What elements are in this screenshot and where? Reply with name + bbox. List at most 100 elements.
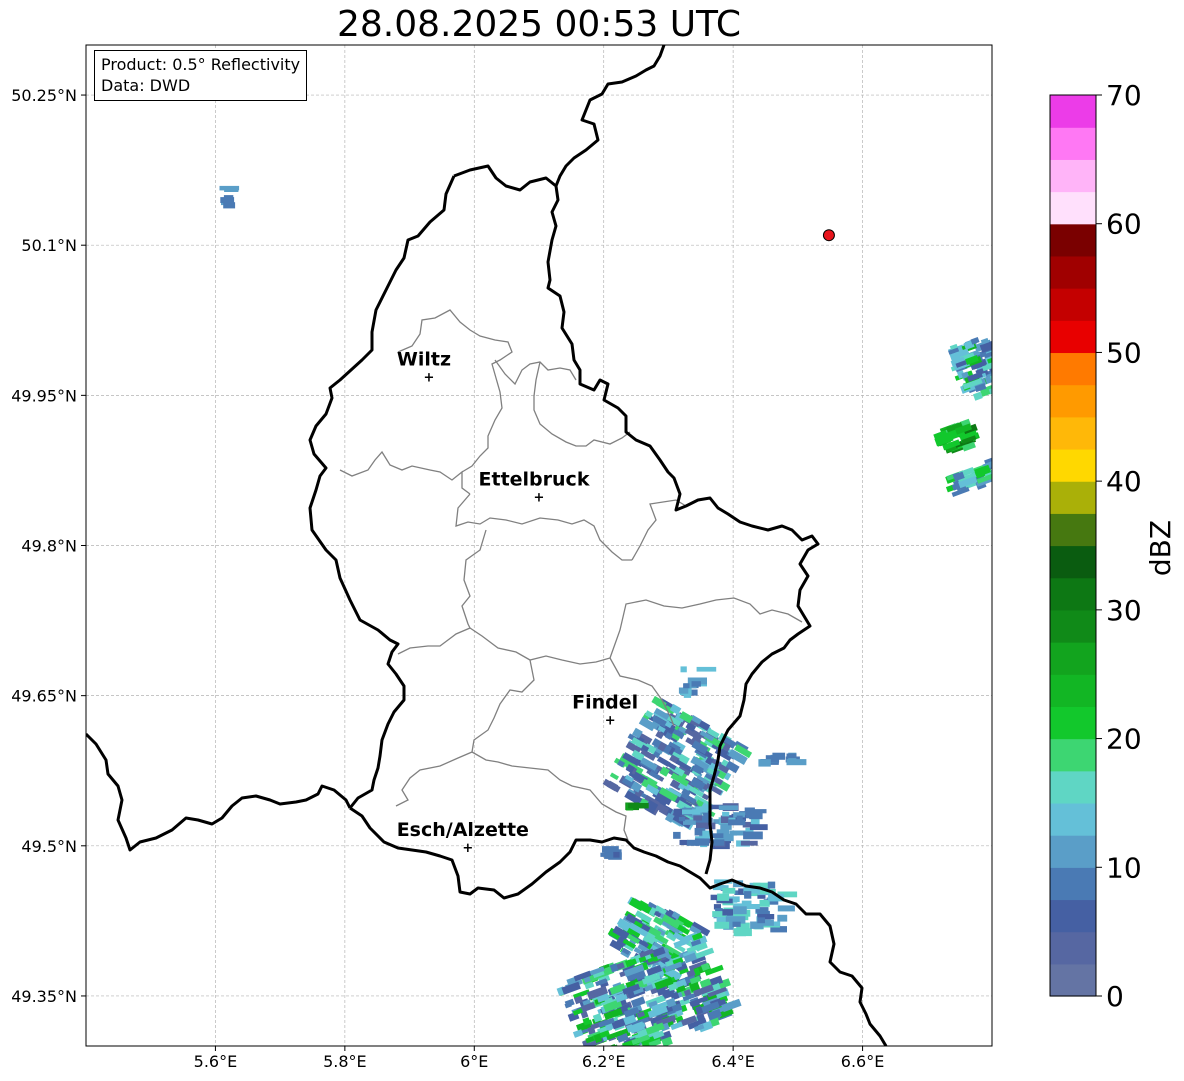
colorbar-tick-label: 40 bbox=[1106, 465, 1142, 498]
echo-cell bbox=[223, 202, 236, 209]
echo-cell bbox=[673, 831, 681, 839]
colorbar-segment bbox=[1050, 963, 1096, 997]
lon-tick-label: 5.6°E bbox=[194, 1052, 238, 1071]
colorbar-segment bbox=[1050, 835, 1096, 868]
lon-tick-label: 6°E bbox=[460, 1052, 488, 1071]
lat-tick-label: 49.35°N bbox=[11, 987, 77, 1006]
echo-cell bbox=[717, 893, 730, 901]
echo-cell bbox=[691, 681, 701, 687]
echo-cell bbox=[772, 921, 781, 927]
colorbar-tick-label: 0 bbox=[1106, 980, 1124, 1013]
echo-cell bbox=[749, 824, 768, 831]
lat-tick-label: 49.5°N bbox=[21, 837, 77, 856]
colorbar-segment bbox=[1050, 320, 1096, 354]
city-label: Ettelbruck bbox=[479, 468, 590, 490]
echo-cell bbox=[746, 904, 760, 910]
colorbar-tick-label: 30 bbox=[1106, 594, 1142, 627]
data-source-label: Data: DWD bbox=[101, 76, 191, 95]
echo-cell bbox=[989, 369, 992, 381]
echo-cell bbox=[219, 185, 240, 191]
echo-cell bbox=[683, 683, 690, 689]
city-marker: + bbox=[462, 841, 473, 856]
city-label: Findel bbox=[572, 692, 638, 714]
echo-cell bbox=[758, 759, 771, 767]
colorbar-segment bbox=[1050, 255, 1096, 289]
colorbar-segment bbox=[1050, 159, 1096, 193]
lat-tick-label: 50.1°N bbox=[21, 236, 77, 255]
echo-cell bbox=[600, 852, 608, 857]
colorbar-tick-label: 70 bbox=[1106, 79, 1142, 112]
colorbar-segment bbox=[1050, 577, 1096, 611]
product-label: Product: 0.5° Reflectivity bbox=[101, 55, 301, 74]
echo-cell bbox=[767, 881, 776, 889]
echo-cell bbox=[602, 846, 619, 853]
city-marker: + bbox=[534, 490, 545, 505]
echo-cell bbox=[718, 805, 738, 810]
city-marker: + bbox=[424, 370, 435, 385]
echo-cell bbox=[998, 378, 1016, 390]
colorbar-tick-label: 20 bbox=[1106, 723, 1142, 756]
echo-cell bbox=[714, 921, 730, 929]
echo-cell bbox=[743, 831, 763, 840]
lat-tick-label: 50.25°N bbox=[11, 86, 77, 105]
echo-cell bbox=[722, 909, 734, 916]
echo-cell bbox=[628, 803, 645, 809]
colorbar-segment bbox=[1050, 448, 1096, 482]
echo-cell bbox=[720, 815, 729, 824]
echo-cell bbox=[686, 839, 700, 846]
colorbar-segment bbox=[1050, 899, 1096, 933]
lat-tick-label: 49.65°N bbox=[11, 687, 77, 706]
echo-cell bbox=[696, 666, 717, 672]
lon-tick-label: 6.4°E bbox=[711, 1052, 755, 1071]
echo-cell bbox=[678, 816, 686, 822]
echo-cell bbox=[722, 887, 736, 894]
colorbar-segment bbox=[1050, 95, 1096, 128]
echo-cell bbox=[220, 197, 235, 203]
echo-cell bbox=[738, 888, 745, 895]
echo-cell bbox=[786, 759, 807, 766]
echo-cell bbox=[994, 364, 1010, 374]
colorbar-segment bbox=[1050, 513, 1096, 547]
colorbar-segment bbox=[1050, 867, 1096, 901]
colorbar-segment bbox=[1050, 481, 1096, 514]
echo-cell bbox=[757, 894, 766, 899]
colorbar-segment bbox=[1050, 545, 1096, 579]
echo-cell bbox=[777, 905, 795, 912]
colorbar-segment bbox=[1050, 931, 1096, 965]
colorbar-segment bbox=[1050, 738, 1096, 772]
echo-cell bbox=[744, 891, 752, 899]
echo-cell bbox=[693, 815, 702, 821]
echo-cell bbox=[777, 914, 788, 922]
echo-cell bbox=[740, 840, 758, 846]
colorbar-segment bbox=[1050, 802, 1096, 836]
colorbar-segment bbox=[1050, 191, 1096, 225]
colorbar-label: dBZ bbox=[1144, 520, 1177, 576]
echo-cell bbox=[733, 906, 747, 915]
radar-site-marker bbox=[822, 229, 835, 242]
colorbar: 0 10 20 30 40 50 60 70 dBZ bbox=[1049, 79, 1177, 1013]
info-box: Product: 0.5° Reflectivity Data: DWD bbox=[94, 50, 308, 101]
city-marker: + bbox=[605, 714, 616, 729]
colorbar-segment bbox=[1050, 642, 1096, 675]
echo-cell bbox=[627, 1047, 641, 1058]
colorbar-segment bbox=[1050, 352, 1096, 386]
lon-tick-label: 5.8°E bbox=[323, 1052, 367, 1071]
echo-cell bbox=[678, 687, 689, 694]
colorbar-segment bbox=[1050, 223, 1096, 257]
radar-map: +Wiltz+Ettelbruck+Findel+Esch/Alzette 5.… bbox=[11, 44, 1177, 1071]
echo-cell bbox=[682, 809, 701, 815]
colorbar-segment bbox=[1050, 416, 1096, 450]
echo-cell bbox=[711, 839, 725, 846]
echo-cell bbox=[680, 666, 687, 673]
colorbar-segment bbox=[1050, 706, 1096, 740]
echo-cell bbox=[613, 851, 620, 858]
colorbar-tick-label: 50 bbox=[1106, 336, 1142, 369]
colorbar-segment bbox=[1050, 770, 1096, 804]
colorbar-segment bbox=[1050, 384, 1096, 418]
lon-tick-label: 6.2°E bbox=[582, 1052, 626, 1071]
city-label: Wiltz bbox=[397, 348, 451, 370]
echo-cell bbox=[786, 753, 797, 759]
colorbar-tick-label: 10 bbox=[1106, 851, 1142, 884]
colorbar-tick-label: 60 bbox=[1106, 208, 1142, 241]
lat-tick-label: 49.8°N bbox=[21, 537, 77, 556]
